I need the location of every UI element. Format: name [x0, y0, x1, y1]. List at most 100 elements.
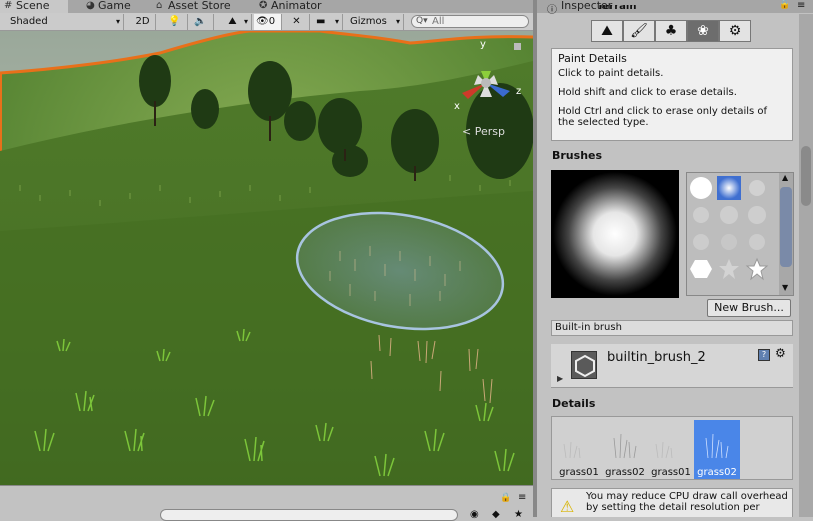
brush-hard-circle[interactable] — [689, 176, 713, 200]
brush-asset-name: builtin_brush_2 — [607, 350, 706, 365]
tab-game[interactable]: ◕ Game — [82, 0, 144, 13]
eye-hidden-icon: 👁 — [256, 16, 269, 27]
crossed-tools-icon: ✕ — [292, 16, 301, 27]
inspector-scroll-thumb[interactable] — [801, 146, 811, 206]
chevron-down-icon: ▾ — [334, 17, 339, 26]
brush-noise-4[interactable] — [745, 230, 769, 254]
brush-faded-circle[interactable] — [745, 176, 769, 200]
detail-item-grass01[interactable]: grass01 — [556, 420, 602, 479]
grid-icon: # — [4, 0, 13, 11]
lighting-toggle[interactable]: 💡 — [162, 14, 188, 30]
menu-icon[interactable]: ≡ — [518, 492, 526, 503]
help-line-1: Click to paint details. — [558, 68, 664, 79]
detail-label: grass02 — [697, 467, 737, 478]
tools-toggle[interactable]: ✕ — [284, 14, 310, 30]
unity-logo-icon — [571, 351, 597, 379]
effects-dropdown[interactable]: ⛰ ▾ — [214, 14, 252, 30]
brush-splat[interactable] — [717, 230, 741, 254]
lock-icon[interactable] — [514, 43, 521, 50]
place-trees-tool-button[interactable]: ♣ — [655, 20, 687, 42]
tree-icon: ♣ — [664, 23, 678, 39]
brush-source-label: Built-in brush — [551, 320, 793, 336]
brush-grid-scroll-thumb[interactable] — [780, 187, 792, 267]
tab-asset-store-label: Asset Store — [168, 0, 231, 12]
help-title: Paint Details — [558, 52, 627, 65]
hidden-objects-toggle[interactable]: 👁0 — [254, 14, 282, 30]
audio-toggle[interactable]: 🔈 — [188, 14, 214, 30]
tab-scene-label: Scene — [16, 0, 50, 12]
projection-label[interactable]: < Persp — [462, 125, 505, 138]
new-brush-button[interactable]: New Brush... — [707, 299, 791, 317]
menu-icon[interactable]: ≡ — [797, 0, 805, 11]
expand-arrow-icon[interactable]: ▶ — [557, 374, 563, 383]
label-icon[interactable]: ◆ — [492, 509, 500, 520]
pacman-icon: ◕ — [86, 0, 95, 11]
tab-animator[interactable]: ✪ Animator — [255, 0, 335, 13]
lock-icon[interactable]: 🔒 — [779, 0, 790, 10]
flower-icon: ❀ — [697, 23, 709, 39]
mode-2d-label: 2D — [135, 16, 150, 27]
brush-star-hard[interactable] — [745, 257, 769, 281]
brush-grid-scrollbar[interactable]: ▲ ▼ — [779, 173, 793, 295]
chevron-down-icon: ▾ — [243, 17, 248, 26]
mode-2d-toggle[interactable]: 2D — [130, 14, 156, 30]
help-icon[interactable]: ? — [758, 349, 770, 361]
lightbulb-icon: 💡 — [168, 16, 181, 27]
paintbrush-icon: 🖌 — [630, 23, 648, 39]
raise-lower-tool-button[interactable]: ⛰ — [591, 20, 623, 42]
scene-search-input[interactable]: Q▾ All — [411, 15, 529, 28]
chevron-up-icon[interactable]: ▲ — [782, 173, 788, 182]
brush-noise-2[interactable] — [717, 203, 741, 227]
lock-icon[interactable]: 🔒 — [500, 493, 511, 503]
search-icon: Q▾ — [416, 16, 428, 26]
shading-mode-dropdown[interactable]: Shaded ▾ — [2, 14, 124, 30]
gear-icon[interactable]: ⚙ — [775, 346, 786, 360]
camera-icon: ▬ — [316, 16, 326, 27]
gizmo-axis-y: y — [480, 39, 486, 50]
terrain-settings-tool-button[interactable]: ⚙ — [719, 20, 751, 42]
project-search-input[interactable] — [160, 509, 458, 521]
details-list: grass01 grass02 grass01 grass02 — [551, 416, 793, 480]
brush-asset-row[interactable]: builtin_brush_2 ? ⚙ ▶ — [551, 344, 793, 388]
gizmo-axis-x: x — [454, 101, 460, 112]
detail-item-grass02-selected[interactable]: grass02 — [694, 420, 740, 479]
chevron-down-icon[interactable]: ▼ — [782, 283, 788, 292]
brush-star-soft[interactable] — [717, 257, 741, 281]
hidden-count: 0 — [268, 16, 276, 27]
detail-label: grass01 — [651, 467, 691, 478]
tab-animator-label: Animator — [271, 0, 322, 12]
filter-type-icon[interactable]: ◉ — [470, 509, 479, 520]
details-title: Details — [552, 397, 596, 410]
gizmo-axis-z: z — [516, 86, 521, 97]
camera-dropdown[interactable]: ▬ ▾ — [313, 14, 343, 30]
tab-inspector[interactable]: ⓘ Inspector 🔒 ≡ — [537, 0, 813, 16]
terrain-render: y z x — [0, 31, 533, 485]
paint-details-tool-button[interactable]: ❀ — [687, 20, 719, 42]
detail-label: grass01 — [559, 467, 599, 478]
detail-item-grass02[interactable]: grass02 — [602, 420, 648, 479]
chevron-down-icon: ▾ — [395, 17, 400, 26]
brush-noise-1[interactable] — [689, 203, 713, 227]
animator-icon: ✪ — [259, 0, 268, 11]
help-line-3: Hold Ctrl and click to erase only detail… — [558, 106, 768, 128]
scene-viewport[interactable]: y z x < Persp — [0, 31, 533, 485]
tab-scene[interactable]: # Scene — [0, 0, 68, 13]
brush-flower[interactable] — [745, 203, 769, 227]
tab-asset-store[interactable]: ⌂ Asset Store — [152, 0, 242, 13]
brushes-title: Brushes — [552, 149, 603, 162]
performance-warning: ⚠ You may reduce CPU draw call overhead … — [551, 488, 793, 517]
gizmos-dropdown[interactable]: Gizmos ▾ — [346, 14, 404, 30]
brush-preview — [551, 170, 679, 298]
detail-label: grass02 — [605, 467, 645, 478]
component-header: Terrain — [597, 5, 637, 12]
inspector-scrollbar[interactable] — [799, 14, 813, 517]
brush-noise-3[interactable] — [689, 230, 713, 254]
brush-soft-circle[interactable] — [717, 176, 741, 200]
paint-texture-tool-button[interactable]: 🖌 — [623, 20, 655, 42]
info-icon: ⓘ — [547, 5, 557, 16]
detail-item-grass01-b[interactable]: grass01 — [648, 420, 694, 479]
warning-text: You may reduce CPU draw call overhead by… — [586, 491, 788, 513]
star-icon[interactable]: ★ — [514, 509, 523, 520]
brush-hexagon[interactable] — [689, 257, 713, 281]
tab-game-label: Game — [98, 0, 131, 12]
